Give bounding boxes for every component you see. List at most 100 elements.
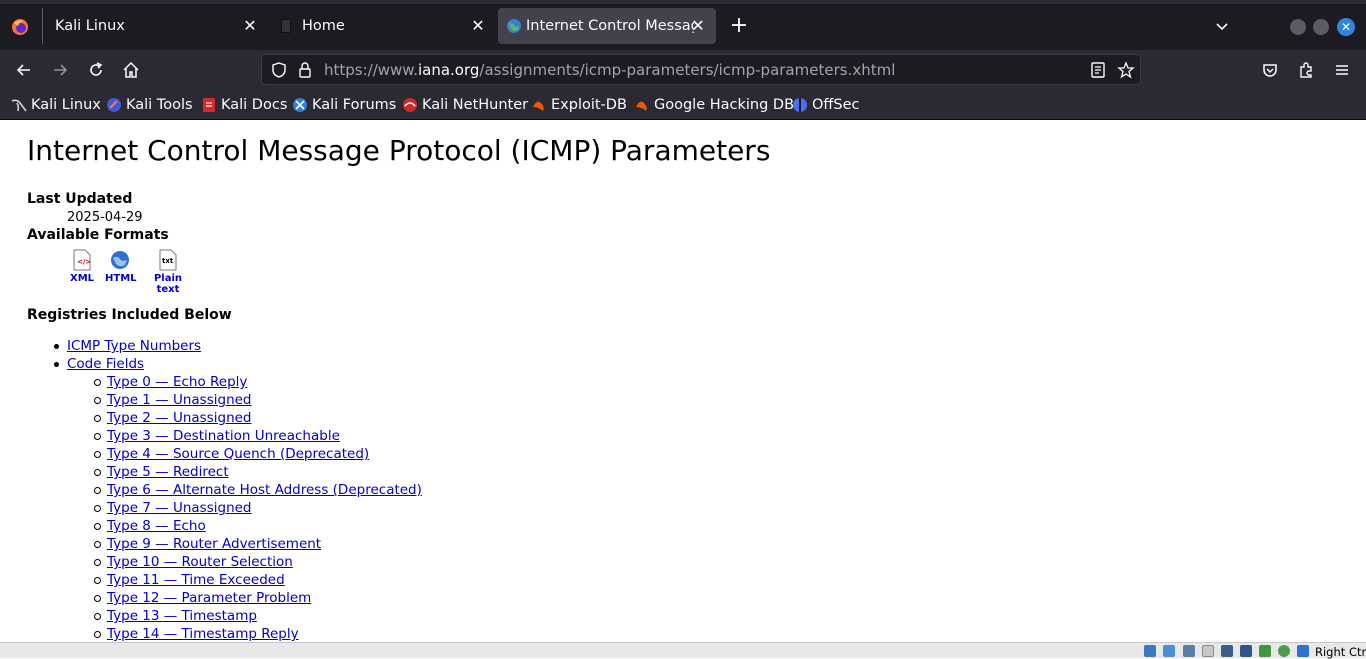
registries-list: ICMP Type Numbers Code Fields Type 0 — E… (54, 337, 422, 642)
list-item: Type 10 — Router Selection (94, 553, 422, 571)
reader-view-icon[interactable] (1089, 61, 1107, 79)
shared-folders-icon[interactable] (1221, 645, 1233, 657)
code-field-link[interactable]: Type 12 — Parameter Problem (107, 590, 311, 606)
tab-kali-linux[interactable]: Kali Linux ✕ (42, 8, 268, 44)
chevron-down-icon[interactable] (1214, 18, 1230, 34)
close-tab-icon[interactable]: ✕ (468, 16, 488, 36)
format-plain-text-link[interactable]: txt Plain text (144, 249, 192, 295)
list-item: Type 12 — Parameter Problem (94, 589, 422, 607)
list-item: Type 4 — Source Quench (Deprecated) (94, 445, 422, 463)
menu-hamburger-icon[interactable] (1332, 60, 1352, 80)
last-updated-value: 2025-04-29 (67, 210, 143, 225)
host-key-label: Right Ctrl (1315, 645, 1366, 659)
extensions-icon[interactable] (1296, 60, 1316, 80)
network-icon[interactable] (1183, 645, 1195, 657)
reload-icon[interactable] (86, 60, 106, 80)
list-item: Type 3 — Destination Unreachable (94, 427, 422, 445)
maximize-window-icon[interactable] (1313, 19, 1329, 35)
close-tab-icon[interactable]: ✕ (688, 16, 708, 36)
audio-icon[interactable] (1163, 645, 1175, 657)
tab-title: Internet Control Message Protocol (ICMP)… (526, 18, 694, 34)
format-html-link[interactable]: HTML (105, 249, 137, 284)
code-field-link[interactable]: Type 7 — Unassigned (107, 500, 252, 516)
code-field-link[interactable]: Type 10 — Router Selection (107, 554, 293, 570)
code-field-link[interactable]: Type 2 — Unassigned (107, 410, 252, 426)
bookmark-kali-nethunter[interactable]: Kali NetHunter (402, 95, 528, 115)
ghdb-icon (636, 101, 647, 111)
desktop-strip (0, 0, 1366, 4)
list-item: Type 13 — Timestamp (94, 607, 422, 625)
svg-text:txt: txt (162, 257, 174, 265)
code-field-link[interactable]: Type 4 — Source Quench (Deprecated) (107, 446, 369, 462)
xml-file-icon: </> (73, 249, 91, 271)
bookmark-kali-docs[interactable]: Kali Docs (201, 95, 287, 115)
code-field-link[interactable]: Type 13 — Timestamp (107, 608, 257, 624)
mouse-integration-icon[interactable] (1297, 645, 1309, 657)
registry-link-icmp-type-numbers[interactable]: ICMP Type Numbers (67, 338, 201, 354)
code-field-link[interactable]: Type 6 — Alternate Host Address (Depreca… (107, 482, 422, 498)
tab-bar: Kali Linux ✕ Home ✕ Internet Control Mes… (0, 0, 1366, 50)
format-xml-link[interactable]: </> XML (70, 249, 94, 284)
firefox-icon[interactable] (10, 17, 30, 37)
list-item: Type 9 — Router Advertisement (94, 535, 422, 553)
new-tab-icon[interactable]: + (729, 15, 749, 37)
cpu-activity-icon[interactable] (1278, 645, 1290, 657)
list-item: ICMP Type Numbers (54, 337, 422, 355)
bookmark-kali-forums[interactable]: Kali Forums (292, 95, 396, 115)
bookmark-google-hacking-db[interactable]: Google Hacking DB (634, 95, 794, 115)
kali-dragon-icon (11, 99, 27, 112)
url-text[interactable]: https://www.iana.org/assignments/icmp-pa… (324, 61, 895, 79)
bookmark-label: Exploit-DB (551, 97, 627, 113)
close-window-icon[interactable]: ✕ (1337, 18, 1355, 36)
usb-icon[interactable] (1202, 645, 1214, 657)
code-field-link[interactable]: Type 0 — Echo Reply (107, 374, 247, 390)
bookmark-kali-tools[interactable]: Kali Tools (106, 95, 193, 115)
list-item: Type 8 — Echo (94, 517, 422, 535)
display-icon[interactable] (1240, 645, 1252, 657)
home-icon[interactable] (121, 60, 141, 80)
code-field-link[interactable]: Type 9 — Router Advertisement (107, 536, 321, 552)
list-item: Type 11 — Time Exceeded (94, 571, 422, 589)
page-content: Internet Control Message Protocol (ICMP)… (0, 121, 1366, 642)
list-item: Type 7 — Unassigned (94, 499, 422, 517)
bookmark-offsec[interactable]: OffSec (792, 95, 860, 115)
url-host: iana.org (417, 61, 480, 79)
registry-link-code-fields[interactable]: Code Fields (67, 356, 144, 372)
tab-icmp-parameters[interactable]: Internet Control Message Protocol (ICMP)… (498, 8, 716, 44)
code-field-link[interactable]: Type 5 — Redirect (107, 464, 229, 480)
url-bar[interactable]: https://www.iana.org/assignments/icmp-pa… (261, 54, 1141, 85)
offsec-icon (793, 98, 807, 112)
registries-heading: Registries Included Below (27, 307, 232, 323)
code-field-link[interactable]: Type 14 — Timestamp Reply (107, 626, 299, 642)
list-item: Type 0 — Echo Reply (94, 373, 422, 391)
list-item: Type 1 — Unassigned (94, 391, 422, 409)
back-arrow-icon[interactable] (14, 60, 34, 80)
code-field-link[interactable]: Type 1 — Unassigned (107, 392, 252, 408)
bookmark-kali-linux[interactable]: Kali Linux (11, 95, 101, 115)
code-field-link[interactable]: Type 8 — Echo (107, 518, 206, 534)
url-path: /assignments/icmp-parameters/icmp-parame… (479, 61, 896, 79)
shield-icon[interactable] (270, 61, 288, 79)
code-field-link[interactable]: Type 11 — Time Exceeded (107, 572, 285, 588)
list-item: Code Fields Type 0 — Echo Reply Type 1 —… (54, 355, 422, 642)
nethunter-icon (403, 98, 417, 112)
pocket-icon[interactable] (1260, 60, 1280, 80)
list-item: Type 2 — Unassigned (94, 409, 422, 427)
close-tab-icon[interactable]: ✕ (240, 16, 260, 36)
lock-icon[interactable] (296, 61, 314, 79)
minimize-window-icon[interactable] (1290, 19, 1306, 35)
available-formats-label: Available Formats (27, 227, 169, 243)
bookmark-star-icon[interactable] (1117, 61, 1135, 79)
forward-arrow-icon[interactable] (50, 60, 70, 80)
bookmark-label: Kali NetHunter (422, 97, 529, 113)
bookmark-exploit-db[interactable]: Exploit-DB (531, 95, 627, 115)
optical-drive-icon[interactable] (1144, 645, 1156, 657)
tab-home[interactable]: Home ✕ (270, 8, 496, 44)
navigation-toolbar: https://www.iana.org/assignments/icmp-pa… (0, 50, 1366, 90)
recording-icon[interactable] (1259, 645, 1271, 657)
code-field-link[interactable]: Type 3 — Destination Unreachable (107, 428, 340, 444)
kali-forums-icon (293, 98, 307, 112)
kali-tools-icon (107, 98, 121, 112)
tab-title: Home (302, 18, 345, 34)
bookmark-label: Kali Tools (126, 97, 193, 113)
